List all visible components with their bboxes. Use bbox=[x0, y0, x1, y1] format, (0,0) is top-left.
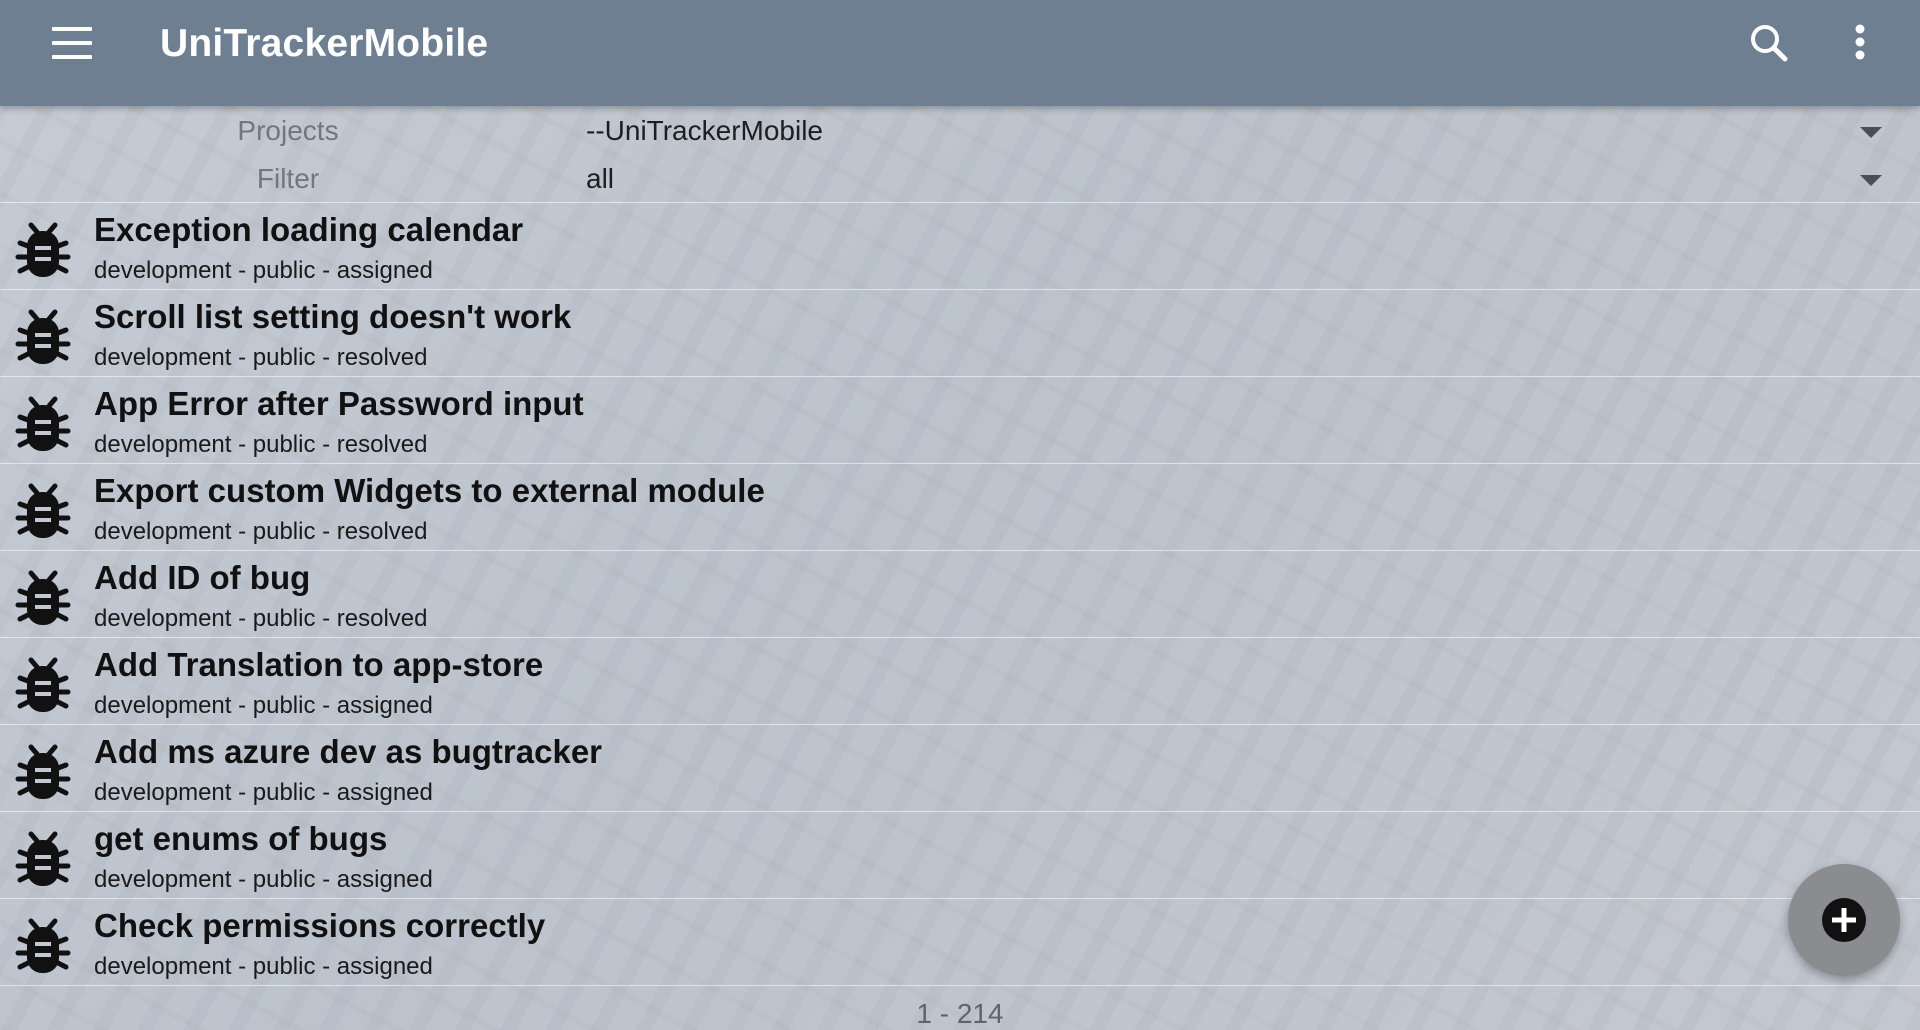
bug-title: get enums of bugs bbox=[94, 820, 388, 857]
hamburger-menu-icon[interactable] bbox=[50, 27, 94, 65]
bug-icon bbox=[14, 741, 72, 803]
list-item[interactable]: Add Translation to app-store development… bbox=[0, 638, 1920, 725]
list-item[interactable]: Export custom Widgets to external module… bbox=[0, 464, 1920, 551]
more-vert-icon[interactable] bbox=[1840, 20, 1880, 68]
list-item[interactable]: Exception loading calendar development -… bbox=[0, 203, 1920, 290]
bug-meta: development - public - assigned bbox=[94, 866, 433, 893]
bug-title: Add Translation to app-store bbox=[94, 646, 544, 683]
bug-title: Add ID of bug bbox=[94, 559, 311, 596]
bug-icon bbox=[14, 306, 72, 368]
list-item[interactable]: App Error after Password input developme… bbox=[0, 377, 1920, 464]
app-title: UniTrackerMobile bbox=[160, 22, 489, 65]
filter-label: Filter bbox=[256, 163, 320, 194]
search-icon[interactable] bbox=[1745, 20, 1793, 68]
bug-meta: development - public - resolved bbox=[94, 344, 428, 371]
bug-meta: development - public - assigned bbox=[94, 692, 433, 719]
projects-label: Projects bbox=[237, 115, 339, 146]
bug-icon bbox=[14, 915, 72, 977]
bug-title: Exception loading calendar bbox=[94, 211, 524, 248]
bug-icon bbox=[14, 393, 72, 455]
list-item[interactable]: Add ID of bug development - public - res… bbox=[0, 551, 1920, 638]
bug-meta: development - public - resolved bbox=[94, 518, 428, 545]
app-bar: UniTrackerMobile bbox=[0, 0, 1920, 106]
list-item[interactable]: Add ms azure dev as bugtracker developme… bbox=[0, 725, 1920, 812]
bug-icon bbox=[14, 567, 72, 629]
bug-title: Scroll list setting doesn't work bbox=[94, 298, 572, 335]
filter-selector[interactable]: Filter all bbox=[0, 155, 1920, 203]
bug-icon bbox=[14, 480, 72, 542]
add-bug-button[interactable] bbox=[1788, 864, 1900, 976]
bug-icon bbox=[14, 828, 72, 890]
bug-icon bbox=[14, 219, 72, 281]
chevron-down-icon[interactable] bbox=[1860, 127, 1882, 138]
bug-title: Add ms azure dev as bugtracker bbox=[94, 733, 603, 770]
bug-title: Check permissions correctly bbox=[94, 907, 546, 944]
bug-list: Exception loading calendar development -… bbox=[0, 203, 1920, 986]
list-item[interactable]: Scroll list setting doesn't work develop… bbox=[0, 290, 1920, 377]
bug-meta: development - public - assigned bbox=[94, 779, 433, 806]
list-item[interactable]: Check permissions correctly development … bbox=[0, 899, 1920, 986]
pagination-label: 1 - 214 bbox=[916, 998, 1004, 1029]
bug-icon bbox=[14, 654, 72, 716]
bug-meta: development - public - assigned bbox=[94, 953, 433, 980]
add-icon bbox=[1822, 898, 1866, 942]
projects-selector[interactable]: Projects --UniTrackerMobile bbox=[0, 107, 1920, 155]
chevron-down-icon[interactable] bbox=[1860, 175, 1882, 186]
list-item[interactable]: get enums of bugs development - public -… bbox=[0, 812, 1920, 899]
bug-meta: development - public - resolved bbox=[94, 431, 428, 458]
bug-meta: development - public - assigned bbox=[94, 257, 433, 284]
bug-meta: development - public - resolved bbox=[94, 605, 428, 632]
filter-value[interactable]: all bbox=[586, 163, 614, 195]
bug-title: App Error after Password input bbox=[94, 385, 584, 422]
bug-title: Export custom Widgets to external module bbox=[94, 472, 765, 509]
projects-value[interactable]: --UniTrackerMobile bbox=[586, 115, 823, 147]
